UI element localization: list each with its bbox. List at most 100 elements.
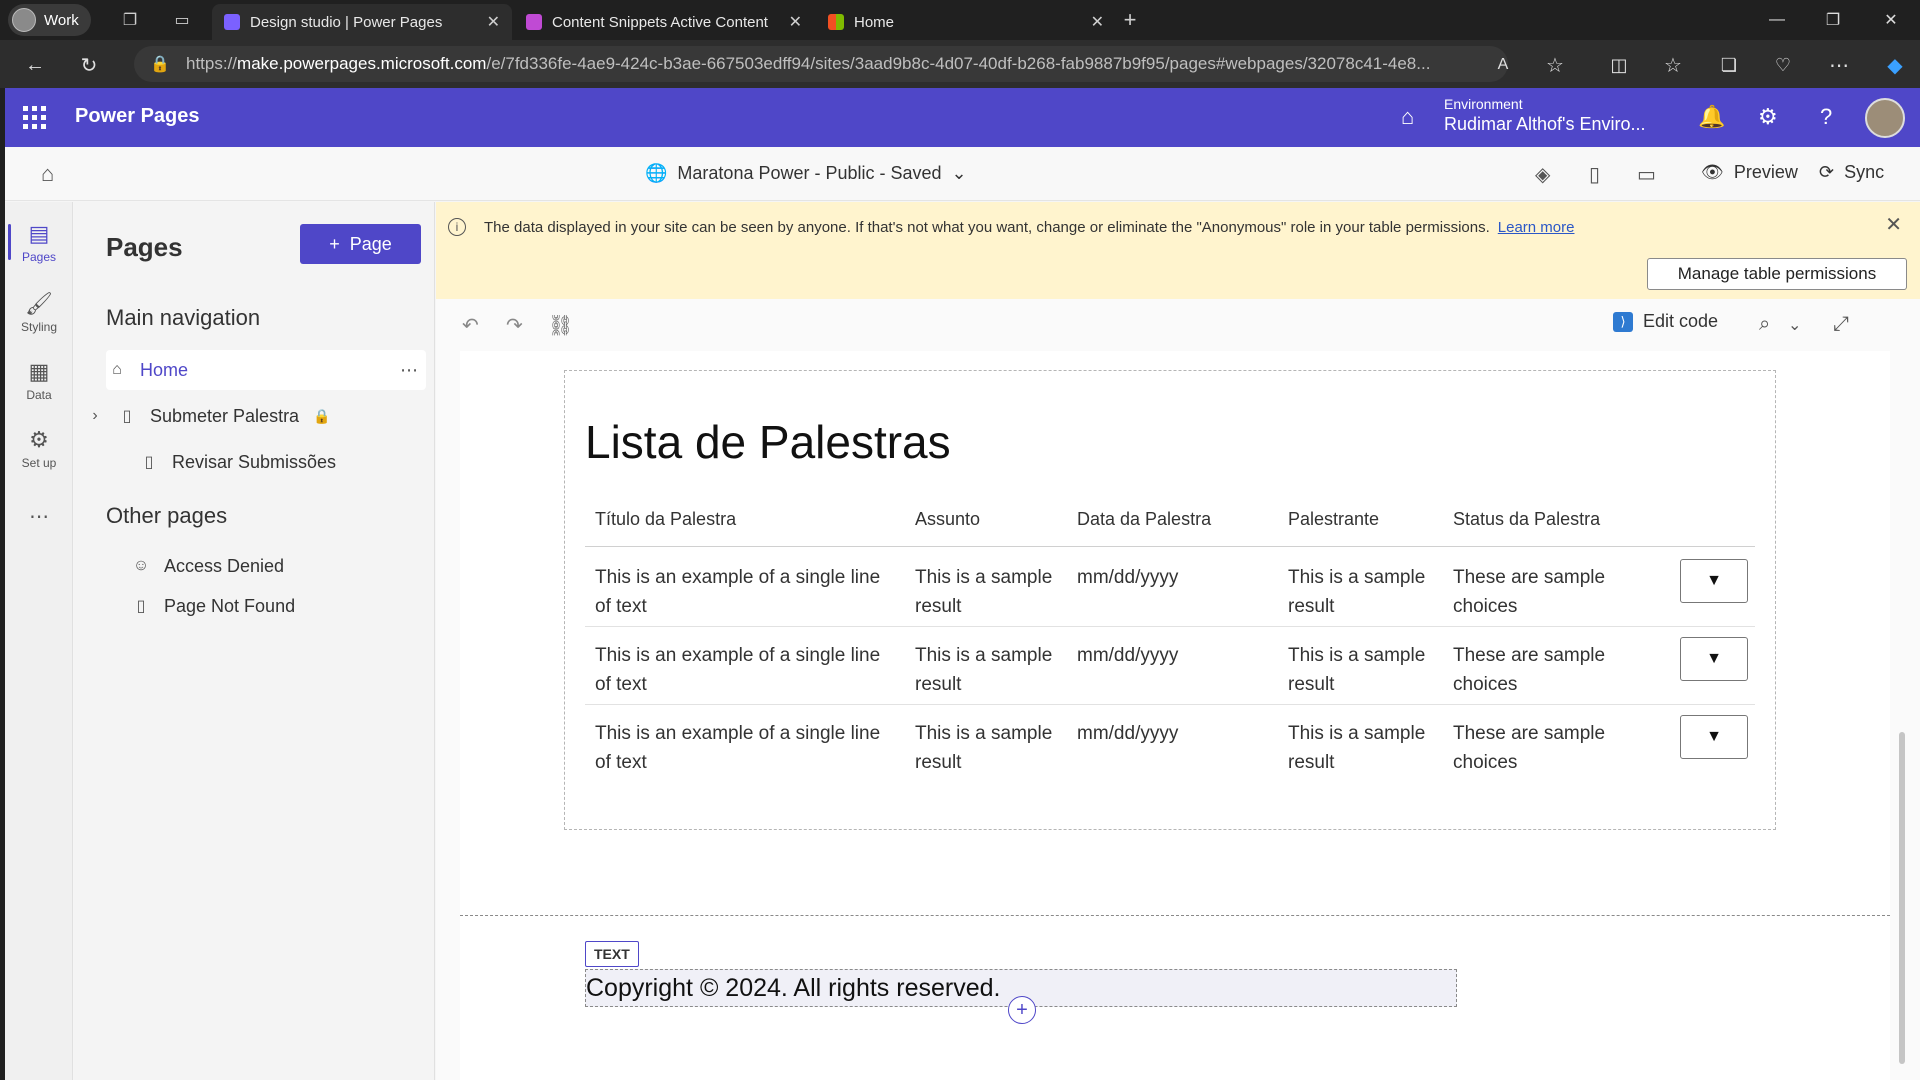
close-tab-icon[interactable]: ✕ [1091, 12, 1104, 32]
page-item-submeter-palestra[interactable]: › ▯ Submeter Palestra 🔒 [84, 396, 404, 436]
app-title[interactable]: Power Pages [75, 105, 200, 128]
table-cell: mm/dd/yyyy [1077, 645, 1179, 666]
table-row: This is an example of a single line of te… [585, 705, 1755, 783]
split-screen-icon[interactable]: ◫ [1606, 52, 1632, 78]
column-header[interactable]: Data da Palestra [1077, 509, 1211, 530]
column-header[interactable]: Status da Palestra [1453, 509, 1600, 530]
site-bar: ⌂ 🌐 Maratona Power - Public - Saved ⌄ ◈ … [5, 147, 1920, 201]
other-pages-heading: Other pages [106, 503, 228, 528]
row-actions-dropdown[interactable]: ▼ [1680, 637, 1748, 681]
list-section[interactable]: Lista de Palestras Título da Palestra As… [564, 370, 1776, 830]
row-actions-dropdown[interactable]: ▼ [1680, 559, 1748, 603]
rail-more-icon[interactable]: ⋯ [5, 486, 73, 546]
column-header[interactable]: Palestrante [1288, 509, 1379, 530]
site-selector[interactable]: 🌐 Maratona Power - Public - Saved ⌄ [645, 163, 967, 184]
rail-item-data[interactable]: ▦ Data [5, 350, 73, 410]
learn-more-link[interactable]: Learn more [1498, 219, 1575, 236]
page-item-home[interactable]: ⌂ Home ⋯ [106, 350, 426, 390]
page-item-revisar-submissoes[interactable]: ▯ Revisar Submissões [138, 442, 418, 482]
copyright-text[interactable]: Copyright © 2024. All rights reserved. [586, 974, 1000, 1003]
environment-value[interactable]: Rudimar Althof's Enviro... [1444, 114, 1646, 135]
sync-label: Sync [1844, 162, 1885, 182]
page-item-page-not-found[interactable]: ▯ Page Not Found [130, 586, 418, 626]
workspaces-icon[interactable]: ❐ [118, 8, 142, 32]
link-icon[interactable]: ⛓ [548, 313, 573, 338]
pages-panel: Pages + Page Main navigation ⌂ Home ⋯ › … [74, 202, 435, 1080]
lock-icon[interactable]: 🔒 [150, 54, 170, 74]
device-preview-icon[interactable]: ▯ [1589, 162, 1600, 187]
comments-icon[interactable]: ▭ [1637, 162, 1656, 187]
expand-icon[interactable]: ⤢ [1833, 313, 1849, 336]
row-actions-dropdown[interactable]: ▼ [1680, 715, 1748, 759]
vscode-icon: ⟩ [1613, 311, 1633, 332]
minimize-icon[interactable]: — [1762, 8, 1792, 32]
edit-code-button[interactable]: ⟩ Edit code [1613, 311, 1718, 332]
copyright-text-component[interactable]: Copyright © 2024. All rights reserved. + [585, 969, 1457, 1024]
close-window-icon[interactable]: ✕ [1876, 8, 1906, 32]
close-tab-icon[interactable]: ✕ [789, 12, 802, 32]
new-tab-icon[interactable]: + [1118, 7, 1142, 32]
site-name-label: Maratona Power - Public - Saved [677, 163, 942, 183]
sync-button[interactable]: ⟳ Sync [1819, 162, 1884, 183]
globe-icon: 🌐 [645, 163, 668, 183]
more-options-icon[interactable]: ⋯ [400, 360, 418, 381]
chevron-right-icon[interactable]: › [84, 407, 106, 425]
chevron-down-icon: ▼ [1706, 572, 1722, 589]
column-header[interactable]: Título da Palestra [595, 509, 736, 530]
avatar[interactable] [1865, 98, 1905, 138]
tab-actions-icon[interactable]: ▭ [170, 8, 194, 32]
tab-design-studio[interactable]: Design studio | Power Pages ✕ [212, 4, 512, 40]
rail-label: Set up [21, 455, 57, 470]
settings-gear-icon[interactable]: ⚙ [1758, 104, 1778, 130]
browser-essentials-icon[interactable]: ♡ [1770, 52, 1796, 78]
refresh-icon[interactable]: ↻ [76, 52, 102, 78]
close-icon[interactable]: ✕ [1885, 212, 1902, 237]
manage-table-permissions-button[interactable]: Manage table permissions [1647, 258, 1907, 290]
environment-icon[interactable]: ⌂ [1401, 104, 1414, 130]
add-component-plus-icon[interactable]: + [1008, 996, 1036, 1024]
redo-icon[interactable]: ↷ [506, 313, 523, 338]
zoom-icon[interactable]: ⌕ [1759, 313, 1770, 336]
edit-code-label: Edit code [1643, 311, 1719, 331]
chevron-down-icon[interactable]: ⌄ [1788, 315, 1801, 335]
collections-icon[interactable]: ❏ [1716, 52, 1742, 78]
text-component-tag: TEXT [585, 941, 639, 967]
tab-home[interactable]: Home ✕ [816, 4, 1116, 40]
preview-button[interactable]: 👁 Preview [1701, 162, 1798, 183]
list-title[interactable]: Lista de Palestras [585, 415, 951, 469]
rail-item-styling[interactable]: 🖌 Styling [5, 282, 73, 342]
home-icon[interactable]: ⌂ [41, 161, 54, 187]
help-icon[interactable]: ? [1820, 104, 1832, 130]
power-pages-favicon-icon [224, 14, 240, 30]
page-item-access-denied[interactable]: ☺ Access Denied [130, 546, 418, 586]
page-search-icon: ▯ [136, 598, 146, 615]
table-cell: This is a sample result [1288, 723, 1426, 773]
favorites-icon[interactable]: ☆ [1660, 52, 1686, 78]
url-path: /e/7fd336fe-4ae9-424c-b3ae-667503edff94/… [486, 54, 1431, 73]
restore-icon[interactable]: ❐ [1818, 8, 1848, 32]
back-icon[interactable]: ← [22, 52, 48, 78]
url-field[interactable]: https://make.powerpages.microsoft.com/e/… [134, 46, 1508, 82]
close-tab-icon[interactable]: ✕ [487, 12, 500, 32]
sync-icon: ⟳ [1819, 162, 1835, 182]
tab-content-snippets[interactable]: Content Snippets Active Content ✕ [514, 4, 814, 40]
settings-more-icon[interactable]: ⋯ [1826, 52, 1852, 78]
favorite-star-icon[interactable]: ☆ [1542, 52, 1568, 78]
page-label: Page Not Found [164, 595, 296, 616]
rail-item-pages[interactable]: ▤ Pages [5, 212, 73, 272]
undo-icon[interactable]: ↶ [462, 313, 479, 338]
notifications-icon[interactable]: 🔔 [1698, 104, 1725, 130]
read-aloud-icon[interactable]: A [1490, 52, 1516, 78]
column-header[interactable]: Assunto [915, 509, 980, 530]
add-page-button[interactable]: + Page [300, 224, 421, 264]
copilot-icon[interactable]: ◈ [1535, 162, 1550, 187]
rail-label: Pages [21, 249, 57, 264]
profile-button[interactable]: Work [8, 4, 91, 36]
copilot-icon[interactable]: ◆ [1882, 52, 1908, 78]
environment-label: Environment [1444, 96, 1523, 112]
info-icon: i [448, 218, 466, 236]
app-launcher-icon[interactable] [23, 106, 47, 130]
canvas-scrollbar[interactable] [1899, 374, 1905, 1070]
scrollbar-thumb[interactable] [1899, 732, 1905, 1064]
rail-item-setup[interactable]: ⚙ Set up [5, 418, 73, 478]
